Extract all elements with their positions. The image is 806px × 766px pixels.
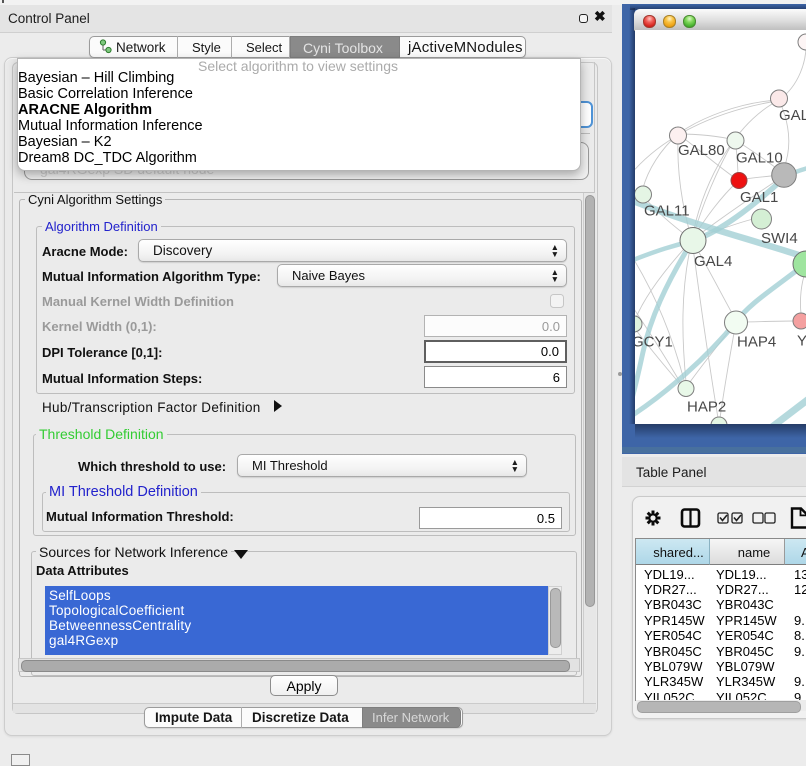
svg-text:GAL10: GAL10	[736, 150, 783, 167]
svg-text:GAL80: GAL80	[678, 142, 725, 159]
svg-text:GAL4: GAL4	[694, 253, 732, 270]
svg-text:HAP2: HAP2	[687, 399, 726, 416]
svg-text:GAL7: GAL7	[779, 107, 806, 124]
svg-text:SWI4: SWI4	[761, 230, 798, 247]
svg-text:GCY1: GCY1	[635, 334, 673, 351]
svg-text:GAL1: GAL1	[740, 189, 778, 206]
svg-text:YD: YD	[797, 333, 806, 350]
svg-text:HAP4: HAP4	[737, 334, 776, 351]
svg-text:GAL11: GAL11	[644, 203, 690, 220]
